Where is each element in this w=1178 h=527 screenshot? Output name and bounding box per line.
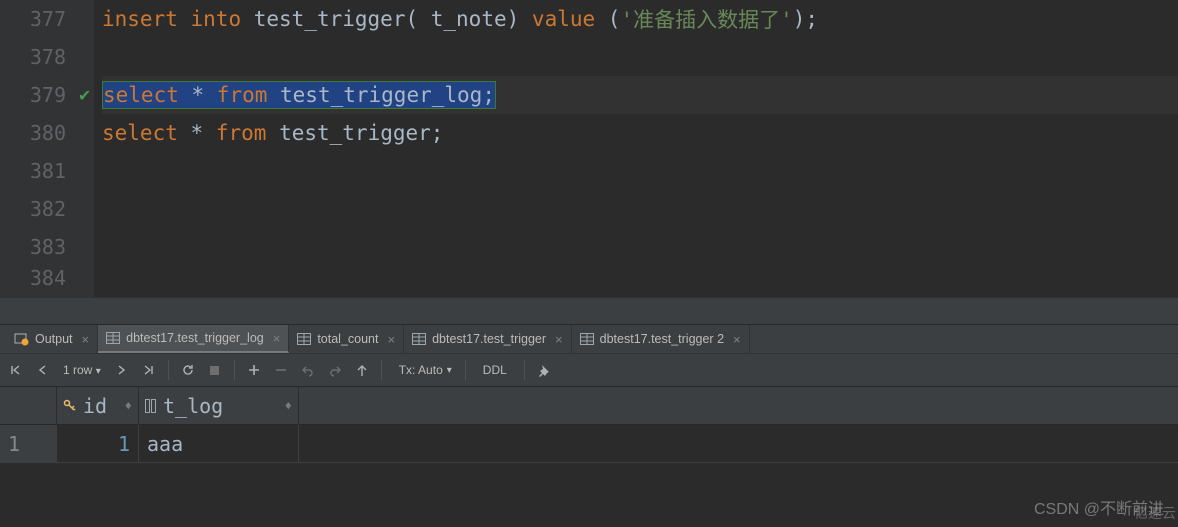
watermark-logo: 亿速云	[1134, 503, 1176, 523]
tab-label: dbtest17.test_trigger_log	[126, 331, 264, 345]
prev-page-button[interactable]	[30, 358, 54, 382]
results-toolbar: 1 row ▾ Tx: Auto ▾ DDL	[0, 354, 1178, 387]
row-number[interactable]: 1	[0, 425, 57, 462]
tab-label: dbtest17.test_trigger 2	[600, 332, 724, 346]
panel-separator[interactable]	[0, 297, 1178, 325]
close-icon[interactable]: ×	[273, 331, 281, 346]
stop-button[interactable]	[203, 358, 227, 382]
code-line[interactable]	[102, 38, 1178, 76]
sort-icon: ♦	[125, 399, 132, 413]
last-page-button[interactable]	[137, 358, 161, 382]
selection: select * from test_trigger_log;	[102, 81, 496, 109]
column-header-id[interactable]: id ♦	[57, 387, 139, 424]
tab-label: Output	[35, 332, 73, 346]
cell-tlog[interactable]: aaa	[139, 425, 299, 462]
code-editor[interactable]: 377 378 379 ✔ 380 381 382 383 384 insert…	[0, 0, 1178, 297]
code-line[interactable]	[102, 152, 1178, 190]
code-line[interactable]	[102, 228, 1178, 266]
code-line[interactable]: select * from test_trigger_log;	[102, 76, 1178, 114]
table-icon	[297, 333, 311, 345]
code-line[interactable]: select * from test_trigger;	[102, 114, 1178, 152]
line-number: 384	[0, 266, 94, 285]
close-icon[interactable]: ×	[82, 332, 90, 347]
column-header-tlog[interactable]: t_log ♦	[139, 387, 299, 424]
ddl-button[interactable]: DDL	[473, 363, 517, 377]
submit-button[interactable]	[350, 358, 374, 382]
close-icon[interactable]: ×	[555, 332, 563, 347]
column-name: id	[83, 394, 107, 418]
result-tabs: Output × dbtest17.test_trigger_log × tot…	[0, 325, 1178, 354]
line-number: 379 ✔	[0, 76, 94, 114]
results-grid: id ♦ t_log ♦ 1 1 aaa	[0, 387, 1178, 507]
chevron-down-icon: ▾	[96, 366, 101, 377]
tx-mode-dropdown[interactable]: Tx: Auto ▾	[389, 363, 458, 377]
header-corner[interactable]	[0, 387, 57, 424]
results-empty-area[interactable]	[0, 463, 1178, 507]
tab-test-trigger-2[interactable]: dbtest17.test_trigger 2 ×	[572, 325, 750, 353]
tab-output[interactable]: Output ×	[6, 325, 98, 353]
column-icon	[145, 399, 157, 413]
line-number: 381	[0, 152, 94, 190]
code-area[interactable]: insert into test_trigger( t_note) value …	[94, 0, 1178, 297]
sort-icon: ♦	[285, 399, 292, 413]
tab-trigger-log[interactable]: dbtest17.test_trigger_log ×	[98, 325, 289, 353]
cell-id[interactable]: 1	[57, 425, 139, 462]
table-row[interactable]: 1 1 aaa	[0, 425, 1178, 463]
line-number: 382	[0, 190, 94, 228]
table-icon	[580, 333, 594, 345]
results-header: id ♦ t_log ♦	[0, 387, 1178, 425]
close-icon[interactable]: ×	[387, 332, 395, 347]
tab-label: dbtest17.test_trigger	[432, 332, 546, 346]
editor-gutter: 377 378 379 ✔ 380 381 382 383 384	[0, 0, 94, 297]
separator	[168, 360, 169, 380]
table-icon	[106, 332, 120, 344]
output-icon	[14, 332, 29, 346]
key-icon	[63, 399, 77, 413]
first-page-button[interactable]	[3, 358, 27, 382]
checkmark-icon: ✔	[79, 85, 90, 106]
tab-test-trigger[interactable]: dbtest17.test_trigger ×	[404, 325, 572, 353]
pin-button[interactable]	[532, 358, 556, 382]
separator	[524, 360, 525, 380]
revert-button[interactable]	[296, 358, 320, 382]
close-icon[interactable]: ×	[733, 332, 741, 347]
line-number: 383	[0, 228, 94, 266]
separator	[381, 360, 382, 380]
next-page-button[interactable]	[110, 358, 134, 382]
chevron-down-icon: ▾	[447, 365, 452, 376]
row-count-label[interactable]: 1 row ▾	[57, 363, 107, 377]
line-number: 380	[0, 114, 94, 152]
line-number: 378	[0, 38, 94, 76]
separator	[465, 360, 466, 380]
add-row-button[interactable]	[242, 358, 266, 382]
line-number: 377	[0, 0, 94, 38]
code-line[interactable]: insert into test_trigger( t_note) value …	[102, 0, 1178, 38]
column-name: t_log	[163, 394, 223, 418]
separator	[234, 360, 235, 380]
tab-total-count[interactable]: total_count ×	[289, 325, 404, 353]
table-icon	[412, 333, 426, 345]
commit-button[interactable]	[323, 358, 347, 382]
tab-label: total_count	[317, 332, 378, 346]
refresh-button[interactable]	[176, 358, 200, 382]
code-line[interactable]	[102, 190, 1178, 228]
delete-row-button[interactable]	[269, 358, 293, 382]
